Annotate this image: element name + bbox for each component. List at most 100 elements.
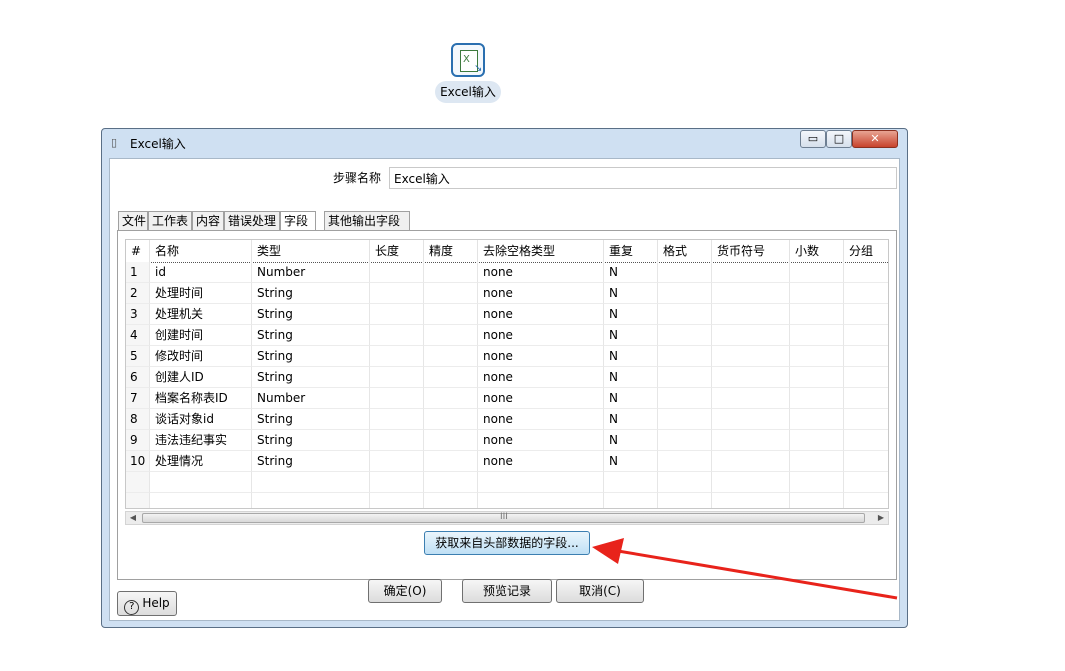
table-cell[interactable] xyxy=(844,409,888,430)
table-cell[interactable]: none xyxy=(478,367,604,388)
tab-additional-output-fields[interactable]: 其他输出字段 xyxy=(324,211,410,231)
table-cell[interactable] xyxy=(790,325,844,346)
table-cell[interactable] xyxy=(712,409,790,430)
table-cell[interactable]: 2 xyxy=(126,283,150,304)
table-cell[interactable] xyxy=(424,304,478,325)
table-cell[interactable] xyxy=(370,493,424,508)
table-cell[interactable] xyxy=(790,493,844,508)
table-cell[interactable] xyxy=(712,325,790,346)
scroll-thumb[interactable]: III xyxy=(142,512,865,523)
table-cell[interactable]: String xyxy=(252,325,370,346)
table-cell[interactable] xyxy=(712,346,790,367)
table-cell[interactable] xyxy=(790,451,844,472)
table-cell[interactable] xyxy=(370,304,424,325)
table-cell[interactable] xyxy=(658,451,712,472)
table-cell[interactable] xyxy=(844,493,888,508)
table-cell[interactable] xyxy=(658,430,712,451)
table-cell[interactable]: none xyxy=(478,430,604,451)
table-cell[interactable] xyxy=(790,367,844,388)
table-cell[interactable] xyxy=(790,304,844,325)
table-cell[interactable]: String xyxy=(252,346,370,367)
table-cell[interactable]: N xyxy=(604,304,658,325)
table-row[interactable]: 9 违法违纪事实 String none N xyxy=(126,430,888,451)
table-cell[interactable]: 10 xyxy=(126,451,150,472)
table-cell[interactable]: 修改时间 xyxy=(150,346,252,367)
table-cell[interactable] xyxy=(424,493,478,508)
table-cell[interactable]: Number xyxy=(252,262,370,283)
table-cell[interactable] xyxy=(790,262,844,283)
table-cell[interactable] xyxy=(424,472,478,493)
table-row[interactable]: 5 修改时间 String none N xyxy=(126,346,888,367)
table-cell[interactable]: 创建人ID xyxy=(150,367,252,388)
table-cell[interactable] xyxy=(712,304,790,325)
table-cell[interactable] xyxy=(844,283,888,304)
help-button[interactable]: ? Help xyxy=(117,591,177,616)
table-cell[interactable]: N xyxy=(604,346,658,367)
table-cell[interactable]: N xyxy=(604,388,658,409)
get-fields-from-header-button[interactable]: 获取来自头部数据的字段... xyxy=(424,531,590,555)
table-cell[interactable] xyxy=(370,388,424,409)
close-button[interactable]: ✕ xyxy=(852,130,898,148)
tab-worksheet[interactable]: 工作表 xyxy=(148,211,192,231)
cancel-button[interactable]: 取消(C) xyxy=(556,579,644,603)
table-cell[interactable]: 5 xyxy=(126,346,150,367)
table-cell[interactable]: none xyxy=(478,451,604,472)
table-cell[interactable] xyxy=(658,283,712,304)
table-row[interactable]: 8 谈话对象id String none N xyxy=(126,409,888,430)
table-cell[interactable]: 处理时间 xyxy=(150,283,252,304)
table-cell[interactable]: none xyxy=(478,346,604,367)
table-cell[interactable] xyxy=(844,325,888,346)
table-cell[interactable]: N xyxy=(604,451,658,472)
table-row[interactable]: 10 处理情况 String none N xyxy=(126,451,888,472)
table-cell[interactable] xyxy=(790,346,844,367)
table-cell[interactable] xyxy=(370,262,424,283)
table-cell[interactable] xyxy=(370,283,424,304)
step-label[interactable]: Excel输入 xyxy=(435,81,501,103)
table-cell[interactable] xyxy=(370,430,424,451)
column-header[interactable]: 长度 xyxy=(370,240,424,262)
table-cell[interactable] xyxy=(424,367,478,388)
table-cell[interactable] xyxy=(712,493,790,508)
table-cell[interactable] xyxy=(658,346,712,367)
table-cell[interactable]: N xyxy=(604,367,658,388)
column-header[interactable]: 去除空格类型 xyxy=(478,240,604,262)
table-cell[interactable]: String xyxy=(252,304,370,325)
table-row[interactable]: 4 创建时间 String none N xyxy=(126,325,888,346)
table-cell[interactable] xyxy=(790,409,844,430)
column-header[interactable]: 格式 xyxy=(658,240,712,262)
table-cell[interactable]: 1 xyxy=(126,262,150,283)
table-cell[interactable]: 9 xyxy=(126,430,150,451)
maximize-button[interactable]: □ xyxy=(826,130,852,148)
table-cell[interactable] xyxy=(790,283,844,304)
table-cell[interactable] xyxy=(126,493,150,508)
table-cell[interactable]: 3 xyxy=(126,304,150,325)
table-row[interactable] xyxy=(126,472,888,493)
table-cell[interactable]: none xyxy=(478,325,604,346)
table-cell[interactable]: 4 xyxy=(126,325,150,346)
table-cell[interactable] xyxy=(712,472,790,493)
table-cell[interactable]: 违法违纪事实 xyxy=(150,430,252,451)
table-cell[interactable]: N xyxy=(604,325,658,346)
table-cell[interactable] xyxy=(424,346,478,367)
table-cell[interactable]: 7 xyxy=(126,388,150,409)
table-cell[interactable] xyxy=(424,451,478,472)
table-cell[interactable] xyxy=(424,283,478,304)
table-cell[interactable] xyxy=(424,262,478,283)
scroll-left-icon[interactable]: ◀ xyxy=(128,512,138,524)
table-cell[interactable] xyxy=(478,493,604,508)
table-cell[interactable] xyxy=(604,472,658,493)
table-cell[interactable] xyxy=(844,304,888,325)
table-cell[interactable] xyxy=(790,430,844,451)
table-cell[interactable]: String xyxy=(252,283,370,304)
table-cell[interactable] xyxy=(844,262,888,283)
table-cell[interactable]: Number xyxy=(252,388,370,409)
table-cell[interactable]: 处理情况 xyxy=(150,451,252,472)
table-cell[interactable]: N xyxy=(604,409,658,430)
table-cell[interactable] xyxy=(370,325,424,346)
table-cell[interactable] xyxy=(712,367,790,388)
table-cell[interactable] xyxy=(712,388,790,409)
table-cell[interactable] xyxy=(424,409,478,430)
table-cell[interactable]: none xyxy=(478,409,604,430)
table-cell[interactable] xyxy=(844,388,888,409)
table-cell[interactable]: 创建时间 xyxy=(150,325,252,346)
